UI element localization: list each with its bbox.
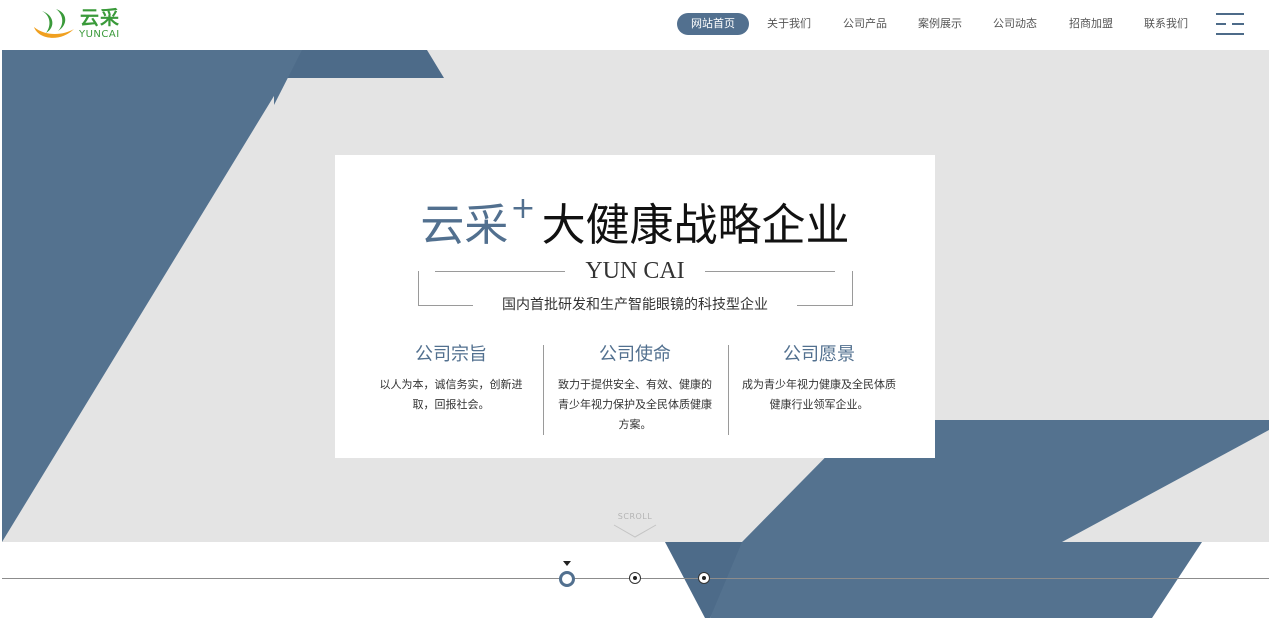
purpose-title: 公司宗旨 xyxy=(415,344,487,365)
nav-item-contact[interactable]: 联系我们 xyxy=(1144,13,1188,35)
purpose-text: 以人为本，诚信务实，创新进取，回报社会。 xyxy=(379,378,523,411)
scroll-label: SCROLL xyxy=(617,512,653,521)
purpose-column: 公司宗旨 以人为本，诚信务实，创新进取，回报社会。 xyxy=(366,343,536,415)
logo-text-cn: 云采 xyxy=(80,7,121,29)
logo[interactable]: 云采 YUNCAI xyxy=(30,5,130,45)
header: 云采 YUNCAI 网站首页 关于我们 公司产品 案例展示 公司动态 招商加盟 … xyxy=(0,0,1269,50)
timeline-dot-2[interactable] xyxy=(629,572,641,584)
menu-icon[interactable] xyxy=(1215,13,1245,35)
column-divider xyxy=(543,345,544,435)
logo-leaf-icon xyxy=(34,9,74,38)
hero-subtitle-en: YUN CAI xyxy=(585,258,685,284)
hero-card: 云采+ 大健康战略企业 YUN CAI 国内首批研发和生产智能眼镜的科技型企业 公… xyxy=(335,155,935,458)
nav-item-franchise[interactable]: 招商加盟 xyxy=(1069,13,1113,35)
timeline-dot-1[interactable] xyxy=(559,571,575,587)
logo-text-en: YUNCAI xyxy=(79,29,120,40)
timeline-dot-3[interactable] xyxy=(698,572,710,584)
nav-item-home[interactable]: 网站首页 xyxy=(677,13,749,35)
hero-title: 云采+ 大健康战略企业 xyxy=(335,181,935,254)
hero-title-plus: + xyxy=(510,191,536,226)
column-divider xyxy=(728,345,729,435)
vision-column: 公司愿景 成为青少年视力健康及全民体质健康行业领军企业。 xyxy=(734,343,904,415)
mission-title: 公司使命 xyxy=(599,344,671,365)
hero-subtitle-cn: 国内首批研发和生产智能眼镜的科技型企业 xyxy=(473,295,797,315)
mission-text: 致力于提供安全、有效、健康的青少年视力保护及全民体质健康方案。 xyxy=(558,378,712,431)
nav-item-products[interactable]: 公司产品 xyxy=(843,13,887,35)
nav-item-cases[interactable]: 案例展示 xyxy=(918,13,962,35)
hero-title-brand: 云采 xyxy=(420,200,509,251)
scroll-chevron-icon[interactable] xyxy=(612,522,658,540)
vision-title: 公司愿景 xyxy=(783,344,855,365)
nav-item-news[interactable]: 公司动态 xyxy=(993,13,1037,35)
nav-item-about[interactable]: 关于我们 xyxy=(767,13,811,35)
vision-text: 成为青少年视力健康及全民体质健康行业领军企业。 xyxy=(742,378,896,411)
mission-column: 公司使命 致力于提供安全、有效、健康的青少年视力保护及全民体质健康方案。 xyxy=(550,343,720,435)
timeline-pointer-icon xyxy=(563,561,571,566)
hero-title-rest: 大健康战略企业 xyxy=(541,200,850,251)
